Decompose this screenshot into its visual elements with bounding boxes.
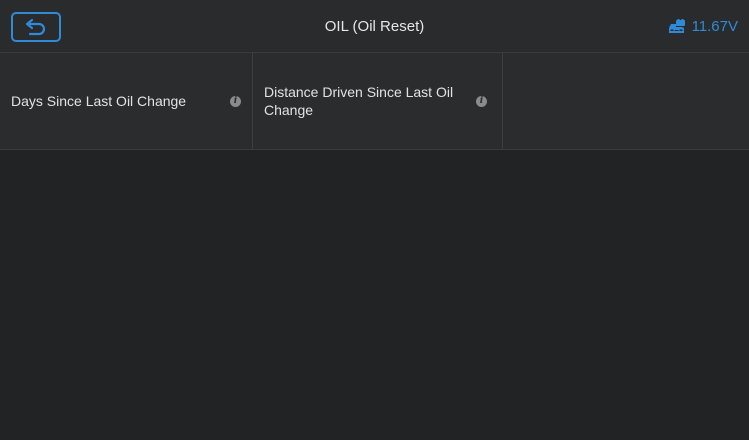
top-bar: OIL (Oil Reset) 11.67V	[0, 0, 749, 53]
screen: OIL (Oil Reset) 11.67V Days Since Last O…	[0, 0, 749, 440]
column-label: Days Since Last Oil Change	[11, 93, 187, 109]
column-distance-since-oil-change[interactable]: Distance Driven Since Last Oil Change i	[253, 53, 503, 149]
parameter-header-row: Days Since Last Oil Change i Distance Dr…	[0, 53, 749, 150]
info-icon[interactable]: i	[476, 95, 487, 107]
back-button[interactable]	[11, 12, 61, 42]
content-area	[0, 150, 749, 440]
voltage-value: 11.67V	[691, 18, 738, 35]
column-label: Distance Driven Since Last Oil Change	[264, 84, 454, 118]
voltage-indicator: 11.67V	[667, 0, 738, 53]
column-days-since-oil-change[interactable]: Days Since Last Oil Change i	[0, 53, 253, 149]
page-title: OIL (Oil Reset)	[324, 18, 425, 35]
back-arrow-icon	[25, 18, 46, 36]
info-icon[interactable]: i	[230, 95, 241, 107]
vehicle-battery-icon	[668, 18, 685, 33]
column-empty	[503, 53, 749, 149]
